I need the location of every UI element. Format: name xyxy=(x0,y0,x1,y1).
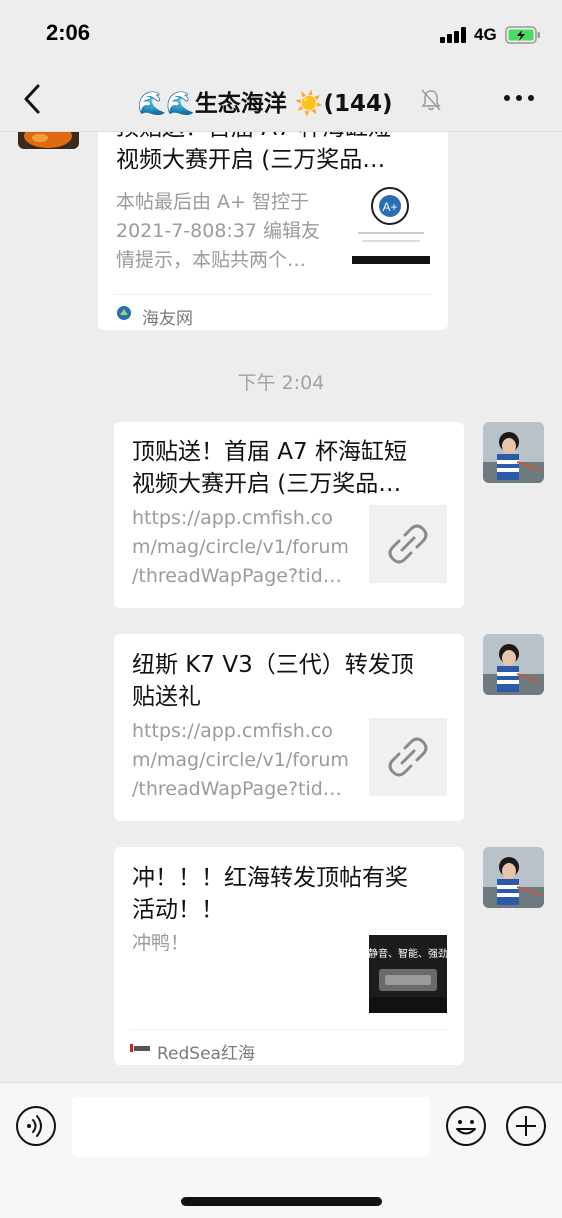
link-icon xyxy=(388,737,428,777)
battery-icon xyxy=(505,26,540,44)
card-description: 冲鸭！ xyxy=(132,932,190,954)
card-title: 冲！！！红海转发顶帖有奖 活动！！ xyxy=(132,865,408,923)
home-indicator[interactable] xyxy=(181,1197,382,1206)
card-source: RedSea红海 xyxy=(130,1029,448,1065)
message-card-link[interactable]: 顶贴送！首届 A7 杯海缸短 视频大赛开启 (三万奖品… 本帖最后由 A+ 智控… xyxy=(98,132,448,330)
sender-avatar[interactable] xyxy=(18,132,79,149)
card-thumbnail: 静音、智能、强劲 xyxy=(369,935,447,1013)
card-title: 顶贴送！首届 A7 杯海缸短 视频大赛开启 (三万奖品… xyxy=(132,439,407,497)
message-card-link[interactable]: 冲！！！红海转发顶帖有奖 活动！！ 冲鸭！ 静音、智能、强劲 RedSea红海 xyxy=(114,847,464,1065)
network-label: 4G xyxy=(474,25,497,44)
source-name: 海友网 xyxy=(142,309,193,329)
my-avatar[interactable] xyxy=(483,634,544,695)
bell-slash-icon xyxy=(421,89,441,111)
source-icon xyxy=(117,306,131,320)
card-title: 纽斯 K7 V3（三代）转发顶 贴送礼 xyxy=(132,652,414,710)
my-avatar[interactable] xyxy=(483,422,544,483)
title-emoji-sun: ☀️ xyxy=(294,91,324,117)
link-icon xyxy=(388,524,428,564)
message-card-link[interactable]: 纽斯 K7 V3（三代）转发顶 贴送礼 https://app.cmfish.c… xyxy=(114,634,464,821)
voice-icon[interactable] xyxy=(15,1105,57,1147)
chat-header: 🌊🌊生态海洋 ☀️(144) xyxy=(0,66,562,132)
signal-icon xyxy=(440,27,466,43)
link-thumbnail xyxy=(369,718,447,796)
card-source: 海友网 xyxy=(114,294,432,330)
my-avatar[interactable] xyxy=(483,847,544,908)
status-time: 2:06 xyxy=(46,20,91,45)
thumbnail-caption: 静音、智能、强劲 xyxy=(369,947,447,960)
svg-text:A+: A+ xyxy=(382,200,397,214)
more-dots-icon[interactable] xyxy=(504,92,534,104)
emoji-icon[interactable] xyxy=(445,1105,487,1147)
group-name: 生态海洋 xyxy=(194,91,287,117)
chat-title: 🌊🌊生态海洋 ☀️(144) xyxy=(0,84,562,118)
chat-area[interactable]: 顶贴送！首届 A7 杯海缸短 视频大赛开启 (三万奖品… 本帖最后由 A+ 智控… xyxy=(0,132,562,1082)
plus-icon[interactable] xyxy=(505,1105,547,1147)
message-card-link[interactable]: 顶贴送！首届 A7 杯海缸短 视频大赛开启 (三万奖品… https://app… xyxy=(114,422,464,608)
message-input[interactable] xyxy=(72,1097,430,1157)
card-description: https://app.cmfish.co m/mag/circle/v1/fo… xyxy=(132,507,349,587)
card-description: https://app.cmfish.co m/mag/circle/v1/fo… xyxy=(132,720,349,800)
title-emoji: 🌊🌊 xyxy=(137,91,195,117)
link-thumbnail xyxy=(369,505,447,583)
redsea-logo-icon xyxy=(130,1044,150,1052)
status-bar: 2:06 4G xyxy=(0,0,562,66)
member-count: (144) xyxy=(323,91,393,117)
card-description: 本帖最后由 A+ 智控于 2021-7-808:37 编辑友 情提示，本贴共两个… xyxy=(116,191,321,271)
card-title: 顶贴送！首届 A7 杯海缸短 视频大赛开启 (三万奖品… xyxy=(116,132,391,173)
message-timestamp: 下午 2:04 xyxy=(237,372,325,394)
card-thumbnail: A+ xyxy=(352,186,430,264)
source-name: RedSea红海 xyxy=(157,1044,255,1064)
